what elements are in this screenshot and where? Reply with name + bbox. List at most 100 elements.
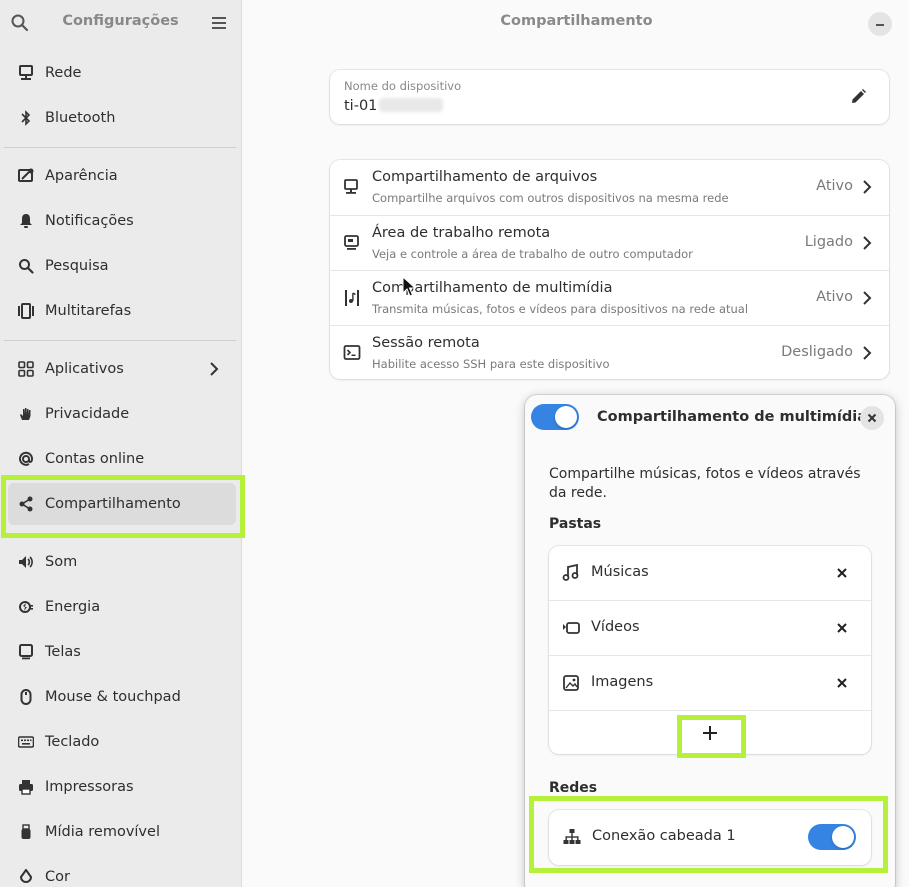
device-name-row[interactable]: Nome do dispositivo ti-01 <box>330 70 889 124</box>
bluetooth-icon <box>16 108 36 128</box>
folder-row-imagens: Imagens <box>549 656 871 711</box>
speaker-icon <box>16 552 36 572</box>
folder-label: Vídeos <box>591 619 640 635</box>
sidebar-title: Configurações <box>62 13 179 29</box>
usb-icon <box>16 822 36 842</box>
folders-heading: Pastas <box>549 516 602 532</box>
printer-icon <box>16 777 36 797</box>
share-row-status: Desligado <box>781 344 853 360</box>
sidebar-item-telas[interactable]: Telas <box>8 631 236 673</box>
redacted-text <box>379 98 444 112</box>
close-icon <box>867 413 877 423</box>
share-row-subtitle: Veja e controle a área de trabalho de ou… <box>372 247 693 261</box>
image-icon <box>563 675 579 691</box>
sidebar-item-notificacoes[interactable]: Notificações <box>8 200 236 242</box>
device-name-value: ti-01 <box>344 98 444 114</box>
chevron-right-icon <box>863 236 872 250</box>
hamburger-menu-icon[interactable] <box>209 13 229 33</box>
share-row-status: Ativo <box>816 178 853 194</box>
minimize-button[interactable] <box>868 12 892 36</box>
sidebar-item-midia-removivel[interactable]: Mídia removível <box>8 811 236 853</box>
remove-folder-icon[interactable] <box>835 676 849 690</box>
remove-folder-icon[interactable] <box>835 566 849 580</box>
file-share-icon <box>344 179 358 194</box>
share-row-status: Ativo <box>816 289 853 305</box>
sidebar-item-label: Rede <box>45 65 82 81</box>
device-name-label: Nome do dispositivo <box>344 79 462 93</box>
display-icon <box>16 642 36 662</box>
sidebar-item-label: Aparência <box>45 168 118 184</box>
sidebar-item-label: Telas <box>45 644 81 660</box>
sidebar-item-som[interactable]: Som <box>8 541 236 583</box>
multitasking-icon <box>16 301 36 321</box>
folder-row-musicas: Músicas <box>549 546 871 601</box>
sharing-list: Compartilhamento de arquivos Compartilhe… <box>330 160 889 379</box>
sidebar-item-label: Mouse & touchpad <box>45 689 181 705</box>
sidebar-item-label: Pesquisa <box>45 258 109 274</box>
hand-icon <box>16 404 36 424</box>
sidebar-item-teclado[interactable]: Teclado <box>8 721 236 763</box>
apps-grid-icon <box>16 359 36 379</box>
folder-label: Músicas <box>591 564 649 580</box>
sidebar-item-label: Som <box>45 554 78 570</box>
remove-folder-icon[interactable] <box>835 621 849 635</box>
sidebar-item-label: Bluetooth <box>45 110 116 126</box>
sidebar-item-privacidade[interactable]: Privacidade <box>8 393 236 435</box>
sidebar-item-label: Notificações <box>45 213 134 229</box>
sidebar-item-label: Privacidade <box>45 406 130 422</box>
sidebar-item-label: Energia <box>45 599 101 615</box>
sidebar-item-label: Mídia removível <box>45 824 160 840</box>
highlight-box <box>529 796 888 873</box>
sidebar-item-aparencia[interactable]: Aparência <box>8 155 236 197</box>
power-plug-icon <box>16 597 36 617</box>
share-row-arquivos[interactable]: Compartilhamento de arquivos Compartilhe… <box>330 160 889 215</box>
dialog-description: Compartilhe músicas, fotos e vídeos atra… <box>549 466 861 501</box>
sidebar: Configurações Rede Bluetooth Aparência N… <box>0 0 242 887</box>
highlight-box <box>1 475 245 538</box>
share-row-subtitle: Habilite acesso SSH para este dispositiv… <box>372 357 610 371</box>
sidebar-item-rede[interactable]: Rede <box>8 52 236 94</box>
chevron-right-icon <box>863 291 872 305</box>
color-icon <box>16 867 36 887</box>
sidebar-item-mouse-touchpad[interactable]: Mouse & touchpad <box>8 676 236 718</box>
share-row-status: Ligado <box>804 234 853 250</box>
media-sharing-dialog: Compartilhamento de multimídia Compartil… <box>525 395 895 887</box>
sidebar-item-contas-online[interactable]: Contas online <box>8 438 236 480</box>
page-title: Compartilhamento <box>500 13 653 29</box>
media-sharing-toggle[interactable] <box>531 404 579 430</box>
sidebar-item-label: Cor <box>45 869 70 885</box>
sidebar-item-cor[interactable]: Cor <box>8 856 236 887</box>
remote-desktop-icon <box>344 235 359 250</box>
folder-row-videos: Vídeos <box>549 601 871 656</box>
close-button[interactable] <box>860 406 884 430</box>
dialog-title: Compartilhamento de multimídia <box>597 409 867 425</box>
bell-icon <box>16 211 36 231</box>
share-row-title: Compartilhamento de arquivos <box>372 169 598 185</box>
mouse-cursor-icon <box>402 276 416 297</box>
sidebar-item-label: Multitarefas <box>45 303 132 319</box>
sidebar-divider <box>4 147 236 148</box>
sidebar-item-impressoras[interactable]: Impressoras <box>8 766 236 808</box>
music-note-icon <box>562 564 579 581</box>
sidebar-item-multitarefas[interactable]: Multitarefas <box>8 290 236 332</box>
chevron-right-icon <box>210 362 219 376</box>
search-icon <box>16 256 36 276</box>
sidebar-item-bluetooth[interactable]: Bluetooth <box>8 97 236 139</box>
share-row-sessao-remota[interactable]: Sessão remota Habilite acesso SSH para e… <box>330 325 889 380</box>
at-icon <box>16 449 36 469</box>
chevron-right-icon <box>863 346 872 360</box>
highlight-box <box>677 715 746 758</box>
video-camera-icon <box>563 622 580 634</box>
pencil-icon[interactable] <box>848 87 868 107</box>
media-share-icon <box>345 290 359 306</box>
terminal-icon <box>343 345 361 360</box>
mouse-icon <box>16 687 36 707</box>
sidebar-item-energia[interactable]: Energia <box>8 586 236 628</box>
sidebar-item-label: Teclado <box>45 734 100 750</box>
sidebar-item-pesquisa[interactable]: Pesquisa <box>8 245 236 287</box>
share-row-area-trabalho-remota[interactable]: Área de trabalho remota Veja e controle … <box>330 215 889 270</box>
share-row-title: Área de trabalho remota <box>372 225 551 241</box>
sidebar-item-label: Contas online <box>45 451 145 467</box>
sidebar-item-aplicativos[interactable]: Aplicativos <box>8 348 236 390</box>
share-row-subtitle: Transmita músicas, fotos e vídeos para d… <box>372 302 749 316</box>
